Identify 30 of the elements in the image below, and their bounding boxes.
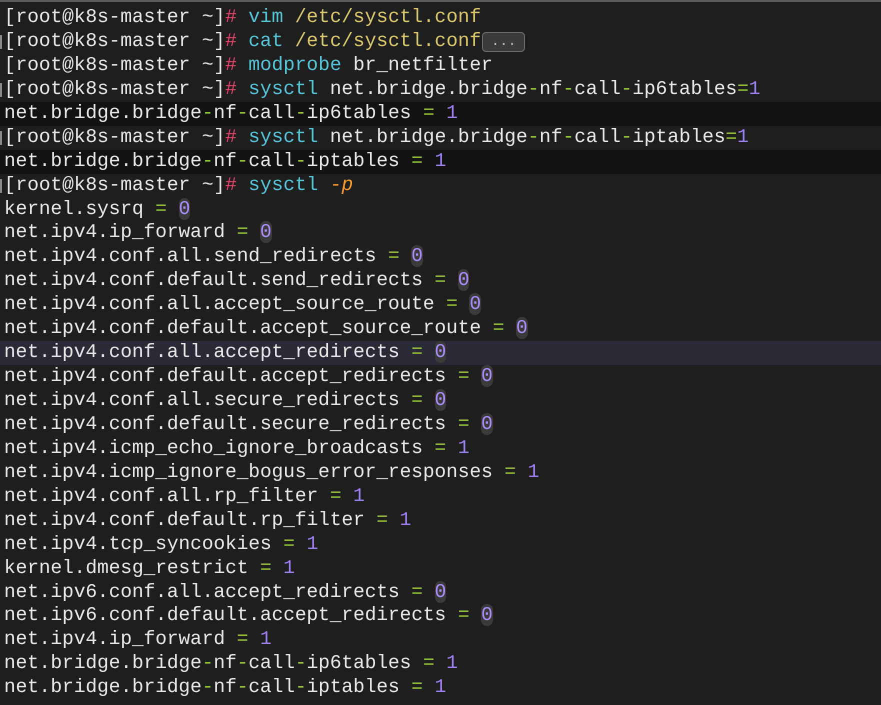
output-line: net.bridge.bridge-nf-call-iptables = 1 [4,150,446,174]
output-line: net.ipv4.conf.all.secure_redirects = 0 [4,389,446,413]
output-line: net.ipv4.icmp_echo_ignore_broadcasts = 1 [4,436,470,461]
output-line: net.ipv4.ip_forward = 0 [4,221,272,246]
output-line: net.ipv4.conf.default.send_redirects = 0 [4,269,470,294]
output-line: net.ipv6.conf.default.accept_redirects = 0 [4,604,493,628]
output-line: net.ipv4.conf.all.accept_redirects = 0 [4,341,446,366]
output-line: net.ipv4.ip_forward = 1 [4,628,272,652]
output-line: net.bridge.bridge-nf-call-ip6tables = 1 [4,102,458,126]
command-line: [root@k8s-master ~]# cat /etc/sysctl.conf [4,30,482,54]
output-line: net.ipv4.conf.default.accept_redirects = 0 [4,365,493,390]
output-line: net.ipv4.tcp_syncookies = 1 [4,532,318,557]
output-line: net.ipv6.conf.all.accept_redirects = 0 [4,580,446,604]
command-line: [root@k8s-master ~]# sysctl -p [4,174,354,198]
output-line: net.ipv4.conf.all.accept_source_route = 0 [4,293,482,318]
output-line: net.ipv4.conf.default.rp_filter = 1 [4,508,412,533]
output-line: kernel.sysrq = 0 [4,198,190,222]
output-line: net.ipv4.conf.all.send_redirects = 0 [4,245,423,270]
command-line: [root@k8s-master ~]# sysctl net.bridge.bridge-nf-call-iptables=1 [4,126,749,150]
output-line: net.ipv4.conf.all.rp_filter = 1 [4,484,365,509]
command-line: [root@k8s-master ~]# sysctl net.bridge.bridge-nf-call-ip6tables=1 [4,78,760,102]
output-line: net.bridge.bridge-nf-call-iptables = 1 [4,676,446,700]
output-line: net.ipv4.icmp_ignore_bogus_error_responses = 1 [4,460,540,485]
output-line: kernel.dmesg_restrict = 1 [4,556,295,581]
command-line: [root@k8s-master ~]# modprobe br_netfilter [4,54,493,78]
output-line: net.ipv4.conf.default.secure_redirects = 0 [4,412,493,437]
expand-button[interactable]: ... [482,32,526,52]
command-line: [root@k8s-master ~]# vim /etc/sysctl.conf [4,6,482,30]
output-line: net.bridge.bridge-nf-call-ip6tables = 1 [4,652,458,676]
output-line: net.ipv4.conf.default.accept_source_route = 0 [4,317,528,342]
